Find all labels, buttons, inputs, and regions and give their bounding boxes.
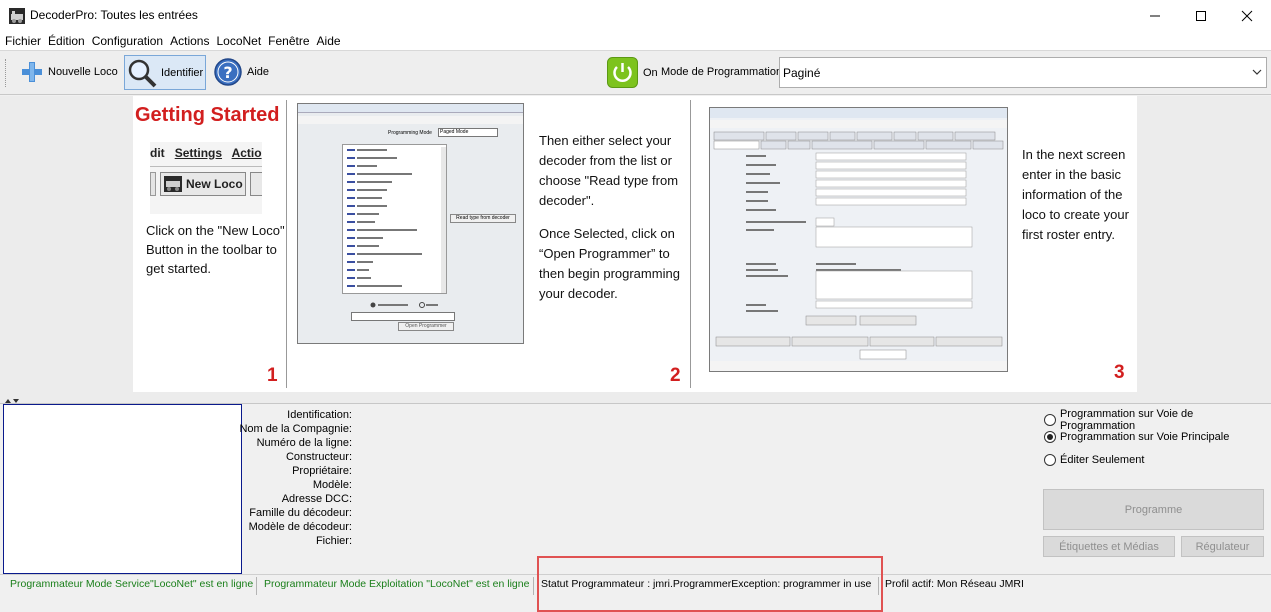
shot-mode-value: Paged Mode (438, 128, 498, 137)
help-label: Aide (247, 66, 270, 78)
step2-text-2: Once Selected, click on “Open Programmer… (539, 226, 680, 301)
step-divider (690, 100, 691, 388)
maximize-icon (1196, 11, 1206, 21)
help-icon: ? (214, 58, 242, 86)
close-icon (1241, 10, 1253, 22)
radio-program-track[interactable]: Programmation sur Voie de Programmation (1044, 408, 1271, 432)
label-file: Fichier: (315, 535, 352, 547)
mode-label: Mode de Programmation (661, 66, 783, 78)
shot-mode-label: Programming Mode (388, 130, 432, 136)
crop-menu-actions: Actio (231, 146, 262, 160)
minimize-icon (1150, 15, 1160, 17)
menu-loconet[interactable]: LocoNet (216, 34, 261, 48)
shot-decoder-tree (342, 144, 447, 294)
radio-button[interactable] (1044, 454, 1056, 466)
step1-toolbar-image: dit Settings Actio New Loco (150, 142, 262, 214)
close-button[interactable] (1224, 0, 1270, 32)
label-model: Modèle: (312, 479, 352, 491)
crop-menu-edit: dit (150, 146, 165, 160)
locomotive-icon (164, 176, 182, 192)
step-divider (286, 100, 287, 388)
crop-menu-settings: Settings (174, 146, 223, 160)
menu-bar: Fichier Édition Configuration Actions Lo… (0, 32, 1271, 50)
menu-fenetre[interactable]: Fenêtre (268, 34, 309, 48)
programming-mode-select[interactable]: Paginé (779, 57, 1267, 88)
step2-text-1: Then either select your decoder from the… (539, 133, 679, 208)
crop-new-loco-button: New Loco (160, 172, 246, 196)
new-loco-label: Nouvelle Loco (48, 66, 118, 78)
menu-actions[interactable]: Actions (170, 34, 209, 48)
step3-screenshot (709, 107, 1008, 372)
chevron-down-icon (1252, 69, 1262, 75)
title-bar: DecoderPro: Toutes les entrées (0, 0, 1271, 32)
radio-edit-only[interactable]: Éditer Seulement (1044, 454, 1144, 466)
shot-open-programmer-button: Open Programmer (398, 322, 454, 331)
ops-programmer-status: Programmateur Mode Exploitation "LocoNet… (264, 578, 530, 590)
step2-screenshot: Programming Mode Paged Mode Read type fr… (297, 103, 524, 344)
label-identification: Identification: (287, 409, 352, 421)
shot-read-type-button: Read type from decoder (450, 214, 516, 223)
window-title: DecoderPro: Toutes les entrées (30, 8, 198, 22)
throttle-button[interactable]: Régulateur (1181, 536, 1264, 557)
radio-main-track[interactable]: Programmation sur Voie Principale (1044, 431, 1229, 443)
help-button[interactable]: ? Aide (213, 55, 269, 89)
program-button[interactable]: Programme (1043, 489, 1264, 530)
menu-aide[interactable]: Aide (317, 34, 341, 48)
identify-button[interactable]: Identifier (124, 55, 206, 90)
radio-button[interactable] (1044, 414, 1056, 426)
step1-number: 1 (267, 365, 278, 386)
radio-program-track-label: Programmation sur Voie de Programmation (1059, 408, 1194, 432)
step2-number: 2 (670, 365, 681, 386)
crop-new-loco-label: New Loco (186, 177, 243, 191)
highlight-box (537, 556, 883, 612)
menu-configuration[interactable]: Configuration (92, 34, 163, 48)
app-icon (9, 8, 25, 24)
label-decoder-family: Famille du décodeur: (249, 507, 352, 519)
step3-text: In the next screen enter in the basic in… (1022, 147, 1129, 242)
menu-edition[interactable]: Édition (48, 34, 85, 48)
minimize-button[interactable] (1132, 0, 1178, 32)
svg-text:?: ? (223, 63, 232, 82)
active-profile: Profil actif: Mon Réseau JMRI (885, 578, 1024, 590)
step1-text: Click on the "New Loco" Button in the to… (146, 223, 285, 276)
label-dcc-address: Adresse DCC: (281, 493, 352, 505)
radio-edit-only-label: Éditer Seulement (1060, 454, 1145, 466)
maximize-button[interactable] (1178, 0, 1224, 32)
toolbar-grip[interactable] (5, 59, 7, 87)
power-icon (607, 57, 638, 88)
magnifier-icon (128, 59, 157, 87)
labels-media-button[interactable]: Étiquettes et Médias (1043, 536, 1175, 557)
label-owner: Propriétaire: (292, 465, 352, 477)
menu-fichier[interactable]: Fichier (5, 34, 41, 48)
label-decoder-model: Modèle de décodeur: (248, 521, 352, 533)
power-status: On (643, 66, 658, 79)
service-programmer-status: Programmateur Mode Service"LocoNet" est … (10, 578, 254, 590)
plus-icon (22, 62, 42, 82)
label-manufacturer: Constructeur: (285, 451, 352, 463)
programming-mode-value: Paginé (783, 65, 821, 80)
radio-button[interactable] (1044, 431, 1056, 443)
label-road-number: Numéro de la ligne: (256, 437, 352, 449)
label-company: Nom de la Compagnie: (239, 423, 352, 435)
identify-label: Identifier (161, 66, 204, 79)
radio-main-track-label: Programmation sur Voie Principale (1060, 431, 1230, 443)
new-loco-button[interactable]: Nouvelle Loco (20, 55, 118, 89)
power-button[interactable]: On (607, 57, 658, 88)
step3-number: 3 (1114, 362, 1125, 383)
getting-started-title: Getting Started (135, 104, 280, 126)
